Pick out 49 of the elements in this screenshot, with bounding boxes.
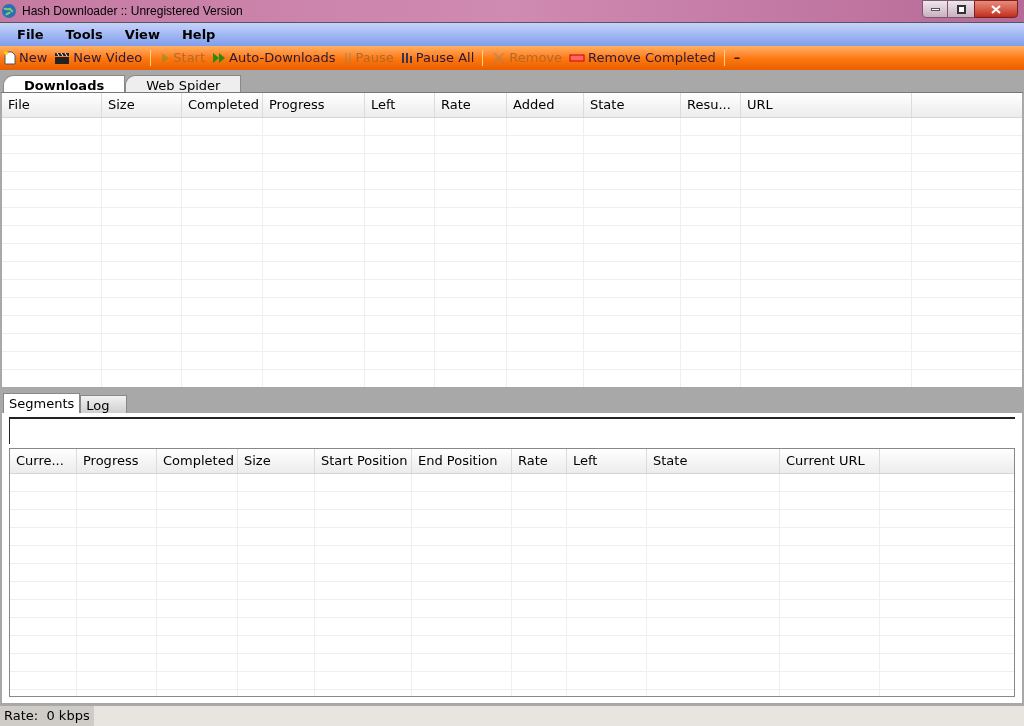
- column-header[interactable]: Progress: [263, 93, 365, 117]
- menu-item[interactable]: File: [6, 24, 55, 45]
- close-icon: [991, 4, 1001, 14]
- restore-button[interactable]: [948, 0, 974, 18]
- toolbar-button[interactable]: Remove Completed: [565, 48, 719, 68]
- column-header[interactable]: Rate: [512, 449, 567, 473]
- column-header[interactable]: URL: [741, 93, 912, 117]
- column-header[interactable]: Progress: [77, 449, 157, 473]
- menu-item[interactable]: View: [113, 24, 171, 45]
- close-button[interactable]: [974, 0, 1018, 18]
- toolbar-button[interactable]: Auto-Downloads: [208, 48, 339, 68]
- column-header[interactable]: Curre...: [10, 449, 77, 473]
- column-header[interactable]: End Position: [412, 449, 512, 473]
- minimize-button[interactable]: [922, 0, 948, 18]
- toolbar-button[interactable]: Pause All: [396, 48, 478, 68]
- column-header[interactable]: Size: [102, 93, 182, 117]
- column-header[interactable]: State: [584, 93, 681, 117]
- column-header[interactable]: Rate: [435, 93, 507, 117]
- column-header[interactable]: Current URL: [780, 449, 880, 473]
- column-header[interactable]: State: [647, 449, 780, 473]
- column-header[interactable]: Added: [507, 93, 584, 117]
- status-rate: Rate: 0 kbps: [0, 706, 94, 726]
- play-icon: [160, 52, 171, 64]
- clapperboard-icon: [54, 51, 71, 65]
- column-header[interactable]: Size: [238, 449, 315, 473]
- window-title: Hash Downloader :: Unregistered Version: [22, 3, 243, 20]
- column-header[interactable]: Start Position: [315, 449, 412, 473]
- tab[interactable]: Log: [80, 395, 127, 413]
- toolbar-button[interactable]: New Video: [50, 48, 146, 68]
- column-header[interactable]: Left: [567, 449, 647, 473]
- fast-forward-icon: [212, 52, 227, 64]
- tab[interactable]: Segments: [3, 393, 81, 413]
- column-header[interactable]: Left: [365, 93, 435, 117]
- toolbar-button[interactable]: New: [0, 48, 51, 68]
- pause-all-icon: [400, 52, 413, 64]
- tab[interactable]: Web Spider: [125, 75, 242, 92]
- column-header[interactable]: File: [2, 93, 102, 117]
- column-header[interactable]: Completed: [157, 449, 238, 473]
- column-header[interactable]: Completed: [182, 93, 263, 117]
- tab[interactable]: Downloads: [3, 75, 126, 92]
- column-header[interactable]: Resu...: [681, 93, 741, 117]
- menu-item[interactable]: Tools: [54, 24, 114, 45]
- toolbar-button[interactable]: –: [729, 48, 744, 68]
- minus-bar-icon: [569, 54, 586, 62]
- globe-icon: [1, 3, 17, 19]
- new-document-icon: [4, 51, 16, 65]
- menu-item[interactable]: Help: [170, 24, 227, 45]
- cross-icon: [492, 51, 507, 65]
- pause-icon: [342, 52, 353, 64]
